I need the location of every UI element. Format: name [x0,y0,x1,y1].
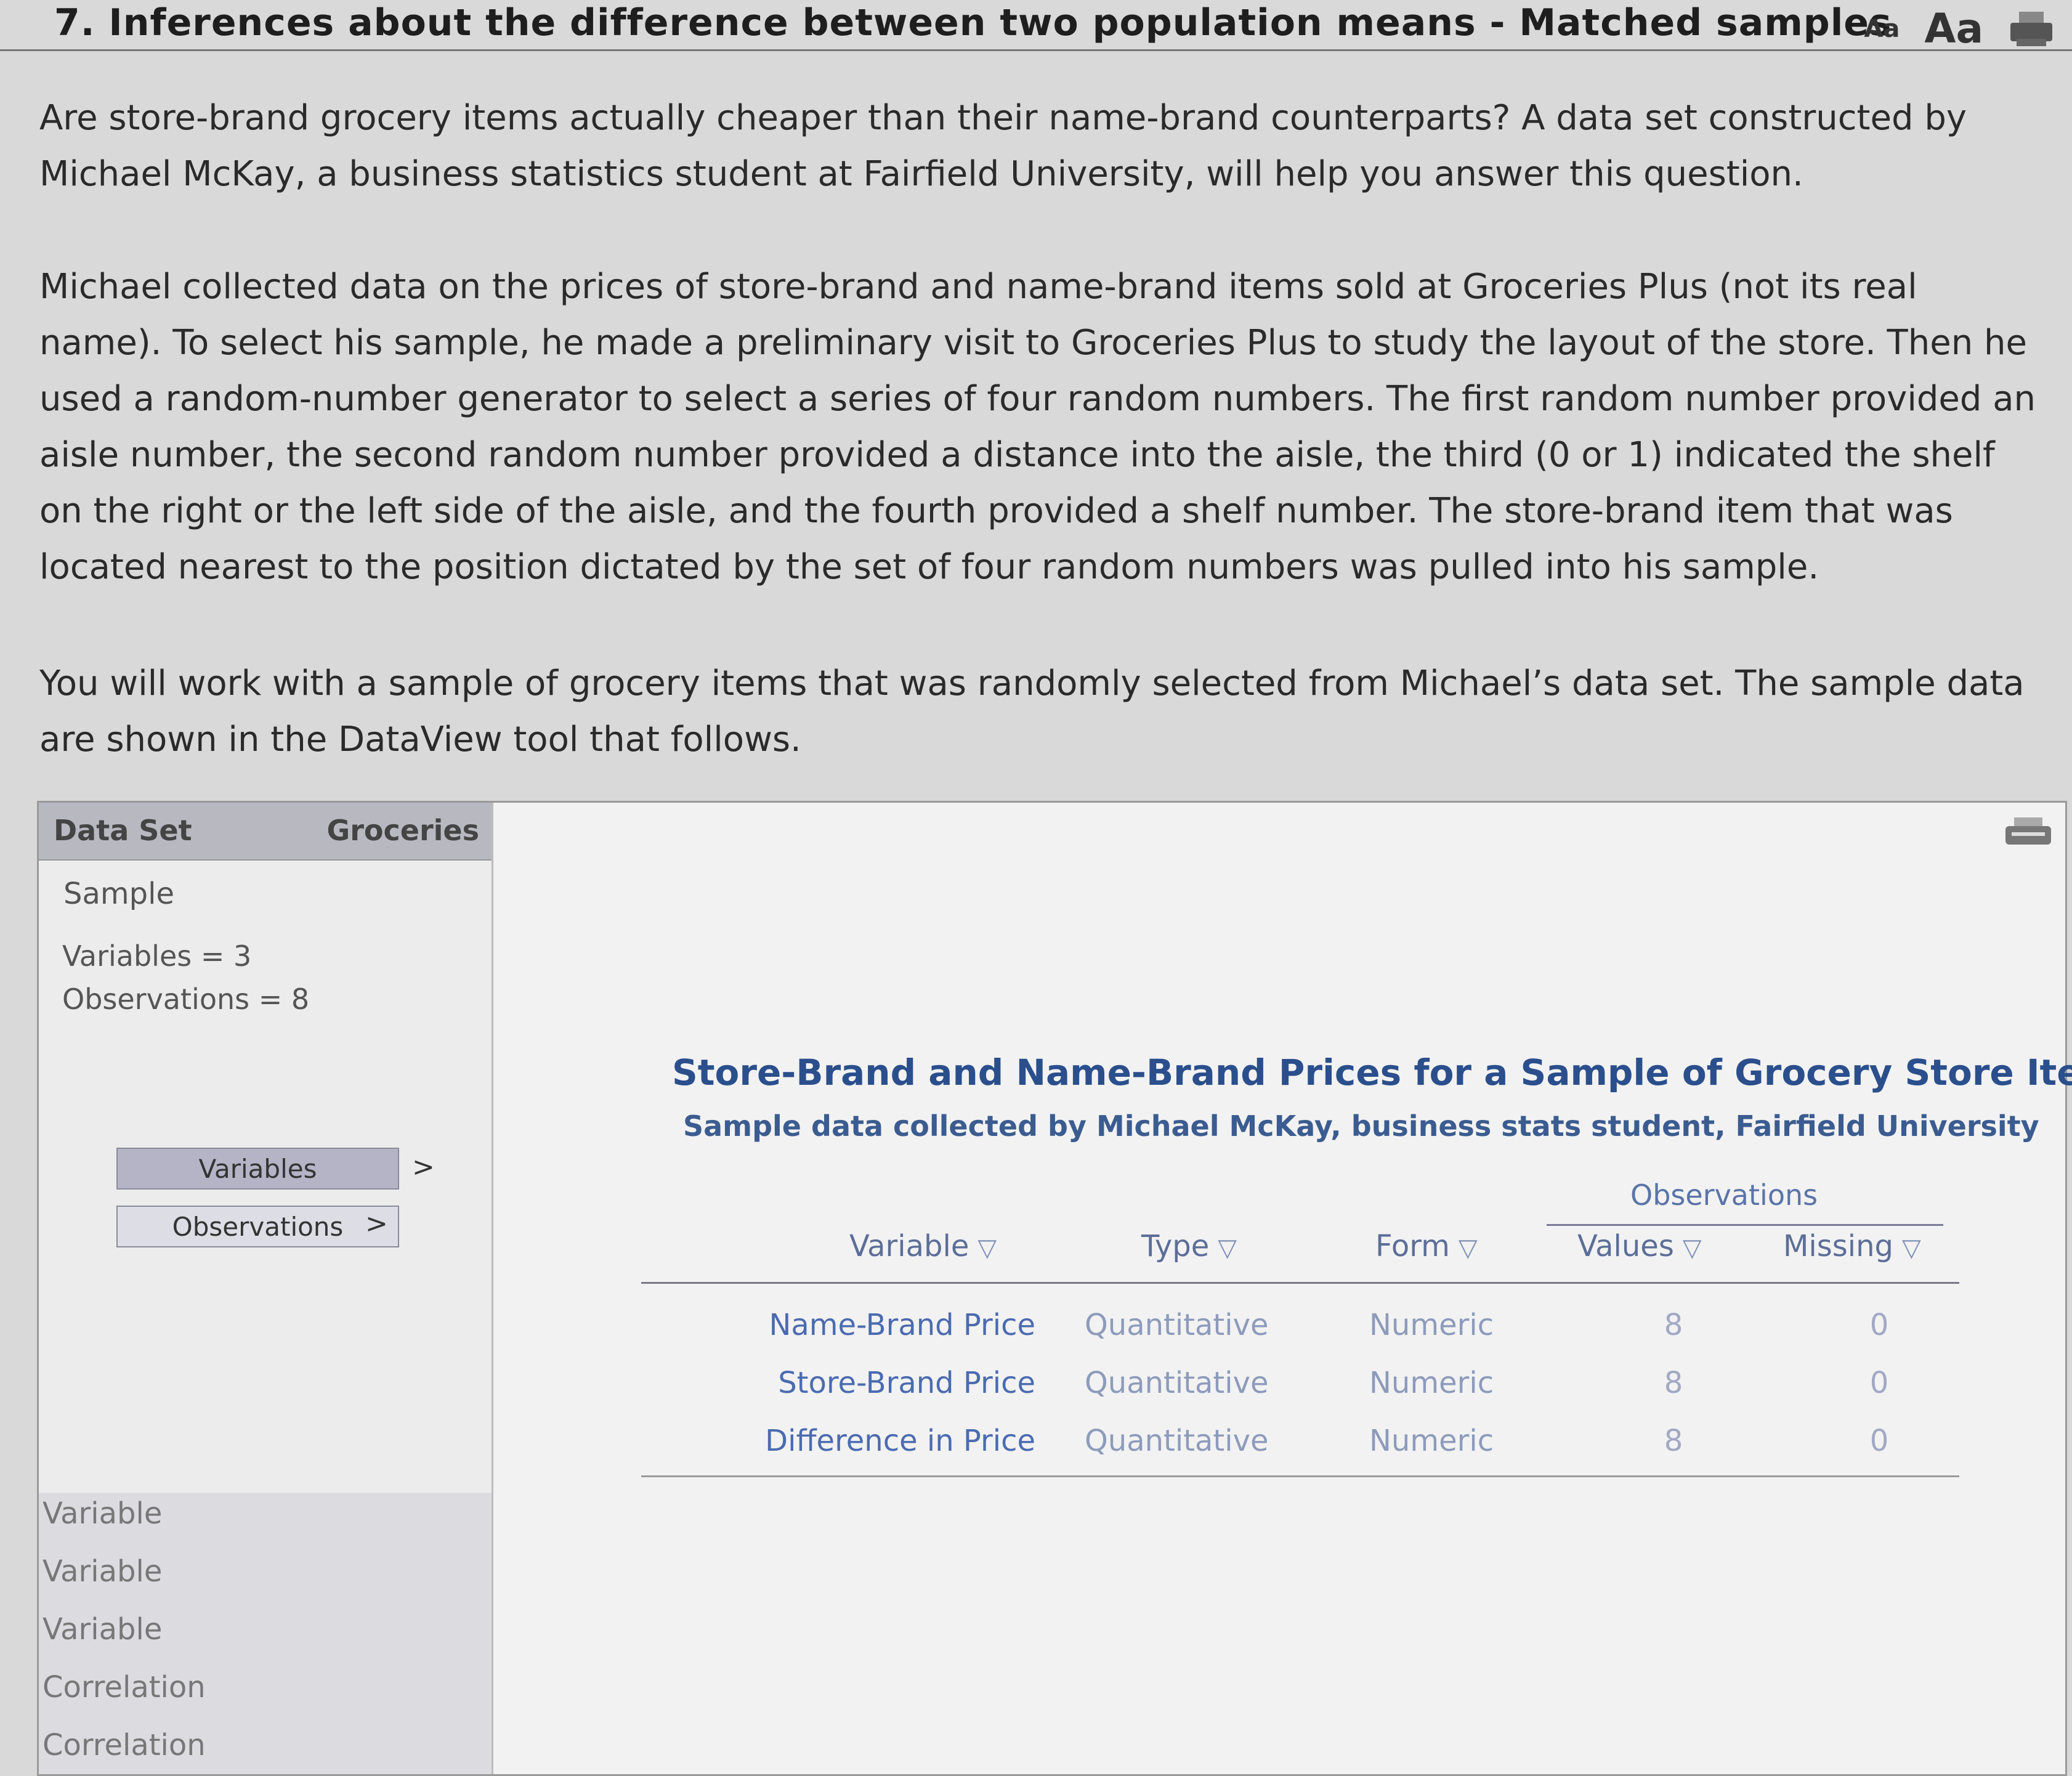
column-header-variable-label: Variable [849,1229,969,1263]
intro-paragraph-1: Are store-brand grocery items actually c… [39,90,2047,202]
cell-form: Numeric [1369,1366,1494,1400]
analysis-item-variable-2[interactable]: Variable [42,1554,162,1589]
cell-form: Numeric [1369,1308,1494,1342]
column-header-type[interactable]: Type ▽ [1141,1229,1237,1263]
column-header-values-label: Values [1577,1229,1674,1263]
observations-button[interactable]: Observations [116,1206,399,1247]
sort-icon: ▽ [1682,1234,1702,1262]
variables-arrow-icon: > [412,1151,435,1183]
intro-paragraph-3: You will work with a sample of grocery i… [39,655,2047,768]
table-row[interactable]: Store-Brand Price Quantitative Numeric 8… [493,1366,2063,1415]
cell-variable[interactable]: Store-Brand Price [690,1366,1035,1400]
cell-missing: 0 [1869,1366,1889,1400]
cell-type: Quantitative [1085,1308,1269,1342]
page-header: 7. Inferences about the difference betwe… [0,0,2072,52]
column-header-form[interactable]: Form ▽ [1375,1229,1478,1263]
variables-button[interactable]: Variables [116,1148,399,1190]
observations-arrow-icon: > [365,1208,388,1239]
analysis-list: Variable Variable Variable Correlation C… [39,1493,492,1774]
column-header-type-label: Type [1141,1229,1210,1263]
analysis-item-variable-3[interactable]: Variable [42,1612,162,1647]
cell-values: 8 [1664,1308,1683,1342]
cell-type: Quantitative [1085,1424,1269,1458]
variables-count: Variables = 3 [62,939,252,973]
table-header-divider [641,1282,1959,1284]
table-subtitle: Sample data collected by Michael McKay, … [683,1109,2039,1143]
dataview-sidebar: Data Set Groceries Sample Variables = 3 … [39,803,493,1774]
cell-variable[interactable]: Name-Brand Price [690,1308,1035,1342]
printer-icon[interactable] [2008,10,2055,47]
cell-type: Quantitative [1085,1366,1269,1400]
dataset-name: Groceries [326,814,479,847]
table-row[interactable]: Difference in Price Quantitative Numeric… [493,1424,2063,1473]
column-header-form-label: Form [1375,1229,1450,1263]
sort-icon: ▽ [1902,1234,1921,1262]
cell-values: 8 [1664,1424,1683,1458]
dataset-label: Data Set [54,814,192,847]
intro-text-2: Michael collected data on the prices of … [39,267,2036,587]
column-header-variable[interactable]: Variable ▽ [849,1229,997,1263]
column-header-missing-label: Missing [1783,1229,1893,1263]
cell-form: Numeric [1369,1424,1494,1458]
dataview-tool: Data Set Groceries Sample Variables = 3 … [37,801,2072,1776]
table-title: Store-Brand and Name-Brand Prices for a … [672,1052,2072,1093]
page-title: 7. Inferences about the difference betwe… [54,1,1892,44]
cell-missing: 0 [1869,1424,1889,1458]
analysis-item-correlation-1[interactable]: Correlation [42,1670,206,1705]
cell-values: 8 [1664,1366,1683,1400]
cell-variable[interactable]: Difference in Price [690,1424,1035,1458]
intro-text-1: Are store-brand grocery items actually c… [39,98,1967,194]
header-tools: Aa Aa [1864,5,2055,52]
intro-paragraph-2: Michael collected data on the prices of … [39,259,2047,595]
analysis-item-variable-1[interactable]: Variable [42,1496,162,1531]
cell-missing: 0 [1869,1308,1889,1342]
observations-group-divider [1547,1224,1943,1226]
column-header-values[interactable]: Values ▽ [1577,1229,1702,1263]
intro-text-3: You will work with a sample of grocery i… [39,663,2025,760]
font-decrease-button[interactable]: Aa [1864,15,1900,43]
column-header-missing[interactable]: Missing ▽ [1783,1229,1921,1263]
analysis-item-correlation-2[interactable]: Correlation [42,1728,206,1762]
font-increase-button[interactable]: Aa [1924,5,1983,52]
dataview-main: Store-Brand and Name-Brand Prices for a … [493,803,2072,1774]
dataset-header: Data Set Groceries [39,803,492,861]
table-footer-divider [641,1475,1959,1477]
sort-icon: ▽ [1458,1234,1478,1262]
sort-icon: ▽ [977,1234,997,1262]
observations-count: Observations = 8 [62,983,310,1016]
observations-group-header: Observations [1630,1178,1818,1212]
printer-icon[interactable] [2004,816,2054,851]
sort-icon: ▽ [1218,1234,1237,1262]
sample-label: Sample [63,877,174,911]
table-row[interactable]: Name-Brand Price Quantitative Numeric 8 … [493,1308,2063,1357]
